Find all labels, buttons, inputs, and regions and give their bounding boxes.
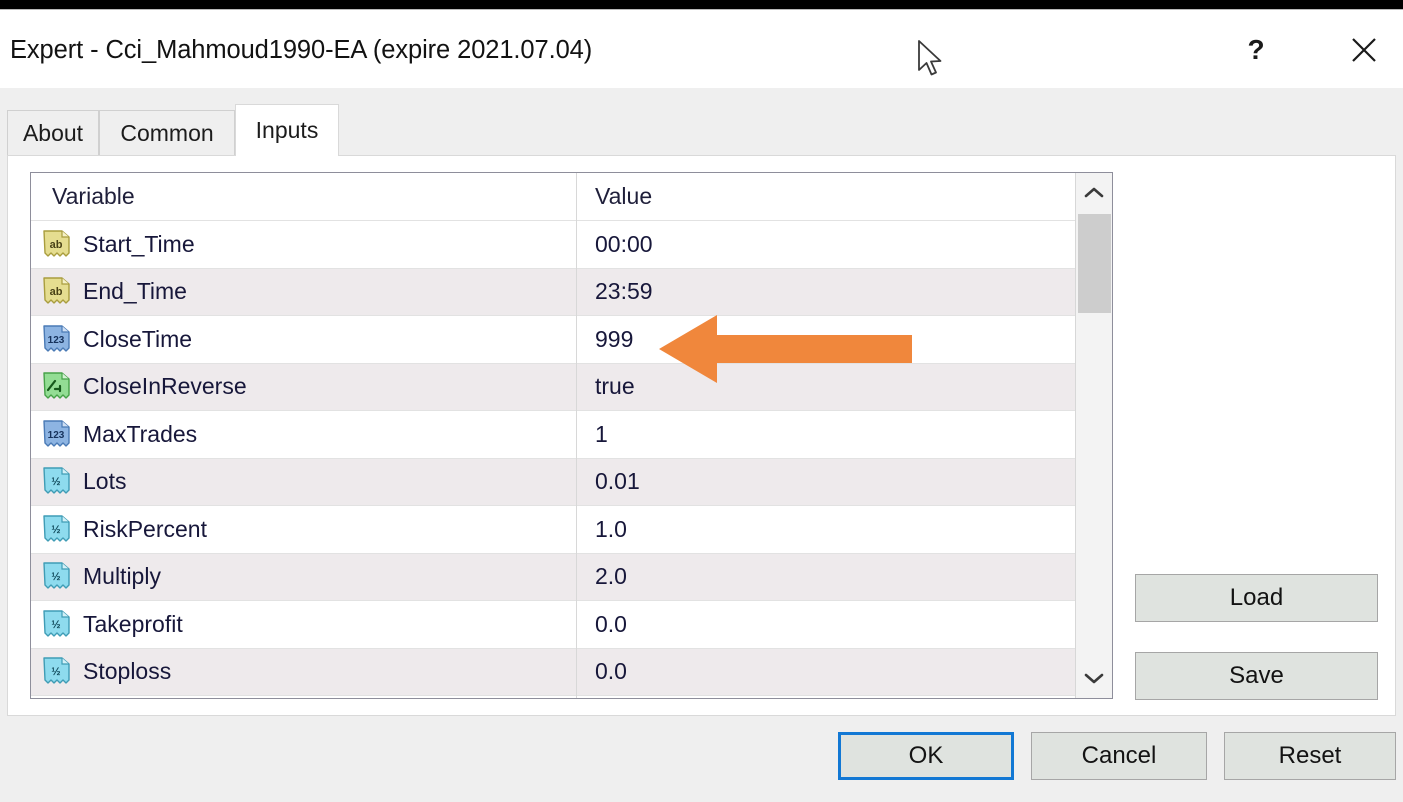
window-title: Expert - Cci_Mahmoud1990-EA (expire 2021…: [10, 36, 592, 65]
variable-cell: ½ Stoploss: [43, 649, 171, 696]
table-row[interactable]: ab End_Time 23:59: [31, 269, 1076, 317]
inputs-grid: Variable Value ab: [31, 173, 1076, 698]
column-header-value: Value: [576, 173, 652, 220]
svg-text:½: ½: [51, 571, 60, 583]
table-scrollbar[interactable]: [1075, 173, 1112, 698]
string-type-icon: ab: [43, 230, 70, 259]
variable-name: Start_Time: [83, 231, 195, 258]
chevron-up-icon: [1083, 185, 1105, 201]
svg-text:123: 123: [48, 335, 65, 346]
screen: Expert - Cci_Mahmoud1990-EA (expire 2021…: [0, 0, 1403, 802]
variable-name: Multiply: [83, 563, 161, 590]
double-type-icon: ½: [43, 657, 70, 686]
load-button[interactable]: Load: [1135, 574, 1378, 622]
variable-name: End_Time: [83, 278, 187, 305]
variable-cell: 123 MaxTrades: [43, 411, 197, 458]
scrollbar-thumb[interactable]: [1078, 214, 1111, 313]
variable-cell: ab Start_Time: [43, 221, 195, 268]
scroll-up-button[interactable]: [1076, 173, 1112, 213]
variable-name: CloseInReverse: [83, 373, 247, 400]
table-row[interactable]: 123 MaxTrades 1: [31, 411, 1076, 459]
integer-type-icon: 123: [43, 420, 70, 449]
scroll-down-button[interactable]: [1076, 658, 1112, 698]
expert-properties-dialog: Expert - Cci_Mahmoud1990-EA (expire 2021…: [0, 9, 1403, 802]
value-cell[interactable]: 2.0: [576, 554, 1076, 601]
chevron-down-icon: [1083, 670, 1105, 686]
value-cell[interactable]: 00:00: [576, 221, 1076, 268]
double-type-icon: ½: [43, 610, 70, 639]
svg-text:ab: ab: [50, 286, 63, 298]
variable-cell: ½ RiskPercent: [43, 506, 207, 553]
svg-text:ab: ab: [50, 239, 63, 251]
variable-cell: ½ Multiply: [43, 554, 161, 601]
help-button[interactable]: ?: [1228, 24, 1284, 76]
top-black-bar: [0, 0, 1403, 9]
close-button[interactable]: [1336, 24, 1392, 76]
tab-strip: About Common Inputs: [0, 88, 1403, 156]
value-cell[interactable]: 1.0: [576, 506, 1076, 553]
value-cell[interactable]: true: [576, 364, 1076, 411]
cancel-button[interactable]: Cancel: [1031, 732, 1207, 780]
variable-cell: ab End_Time: [43, 269, 187, 316]
variable-name: Lots: [83, 468, 126, 495]
tab-about[interactable]: About: [7, 110, 99, 156]
variable-name: MaxTrades: [83, 421, 197, 448]
table-row[interactable]: ½ Takeprofit 0.0: [31, 601, 1076, 649]
inputs-table: Variable Value ab: [30, 172, 1113, 699]
save-button[interactable]: Save: [1135, 652, 1378, 700]
table-row[interactable]: CloseInReverse true: [31, 364, 1076, 412]
table-row[interactable]: ½ Stoploss 0.0: [31, 649, 1076, 697]
variable-cell: 123 CloseTime: [43, 316, 192, 363]
value-cell[interactable]: 0.0: [576, 601, 1076, 648]
inputs-tab-panel: Variable Value ab: [7, 155, 1396, 716]
boolean-type-icon: [43, 372, 70, 401]
value-cell[interactable]: 23:59: [576, 269, 1076, 316]
reset-button[interactable]: Reset: [1224, 732, 1396, 780]
variable-name: RiskPercent: [83, 516, 207, 543]
mouse-cursor-icon: [916, 39, 948, 79]
variable-name: CloseTime: [83, 326, 192, 353]
tab-inputs[interactable]: Inputs: [235, 104, 339, 156]
svg-text:½: ½: [51, 524, 60, 536]
string-type-icon: ab: [43, 277, 70, 306]
table-row[interactable]: ½ Multiply 2.0: [31, 554, 1076, 602]
integer-type-icon: 123: [43, 325, 70, 354]
column-header-variable: Variable: [52, 173, 135, 220]
variable-name: Stoploss: [83, 658, 171, 685]
variable-cell: CloseInReverse: [43, 364, 247, 411]
table-header-row: Variable Value: [31, 173, 1076, 221]
variable-name: Takeprofit: [83, 611, 183, 638]
table-row[interactable]: ab Start_Time 00:00: [31, 221, 1076, 269]
ok-button[interactable]: OK: [838, 732, 1014, 780]
double-type-icon: ½: [43, 467, 70, 496]
title-bar: Expert - Cci_Mahmoud1990-EA (expire 2021…: [0, 10, 1403, 88]
close-icon: [1349, 35, 1379, 65]
value-cell[interactable]: 999: [576, 316, 1076, 363]
svg-text:½: ½: [51, 666, 60, 678]
value-cell[interactable]: 0.0: [576, 649, 1076, 696]
table-row[interactable]: ½ RiskPercent 1.0: [31, 506, 1076, 554]
column-divider: [576, 173, 577, 699]
tab-common[interactable]: Common: [99, 110, 235, 156]
variable-cell: ½ Takeprofit: [43, 601, 183, 648]
svg-text:½: ½: [51, 476, 60, 488]
svg-text:½: ½: [51, 619, 60, 631]
value-cell[interactable]: 1: [576, 411, 1076, 458]
table-row[interactable]: 123 CloseTime 999: [31, 316, 1076, 364]
svg-text:123: 123: [48, 430, 65, 441]
value-cell[interactable]: 0.01: [576, 459, 1076, 506]
variable-cell: ½ Lots: [43, 459, 126, 506]
double-type-icon: ½: [43, 515, 70, 544]
table-row[interactable]: ½ Lots 0.01: [31, 459, 1076, 507]
double-type-icon: ½: [43, 562, 70, 591]
